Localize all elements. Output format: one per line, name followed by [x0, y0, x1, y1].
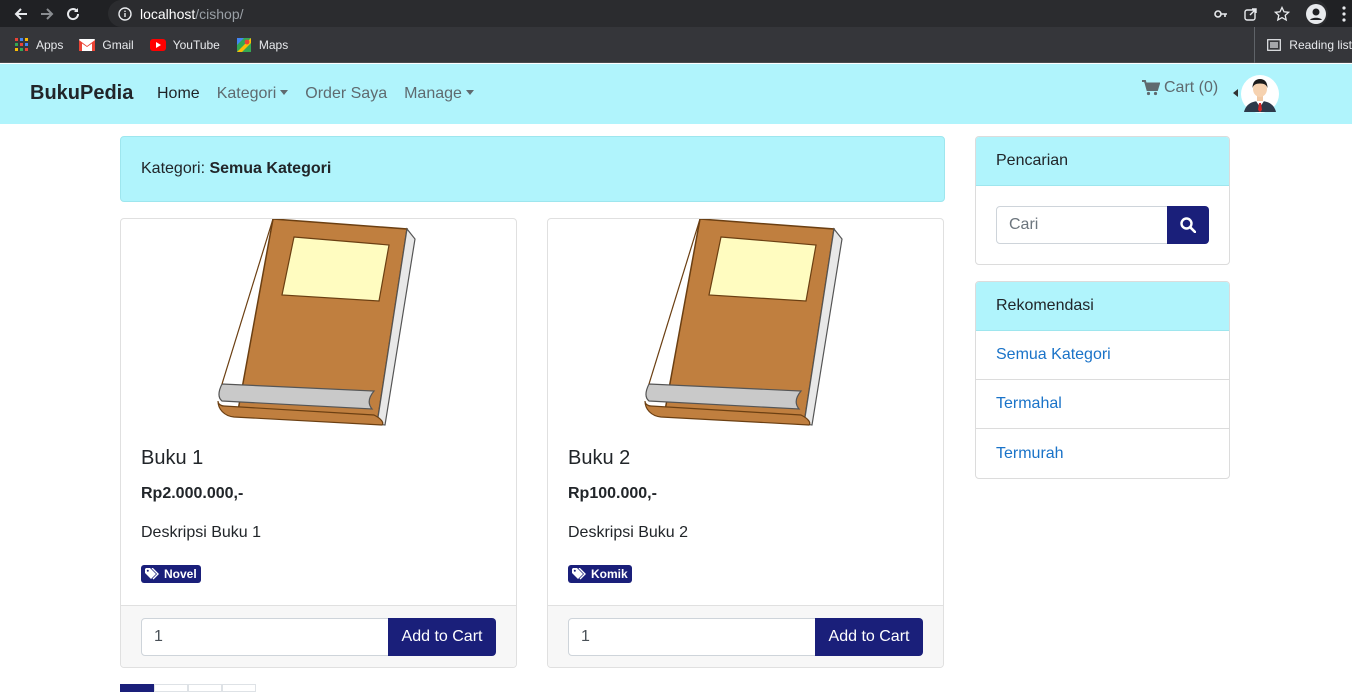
- badge-label: Novel: [164, 567, 197, 581]
- nav-manage-label: Manage: [404, 85, 462, 102]
- back-arrow-icon[interactable]: [8, 1, 34, 27]
- product-price: Rp100.000,-: [568, 485, 657, 502]
- product-title[interactable]: Buku 2: [568, 447, 630, 470]
- caret-down-icon: [465, 90, 474, 95]
- cart-link[interactable]: Cart (0): [1142, 79, 1218, 97]
- gmail-icon: [79, 38, 96, 52]
- search-button[interactable]: [1167, 206, 1209, 244]
- reload-icon[interactable]: [60, 1, 86, 27]
- kategori-heading: Kategori: Semua Kategori: [120, 136, 945, 202]
- nav-links: Home Kategori Order Saya Manage: [157, 85, 474, 103]
- menu-dots-icon[interactable]: [1342, 5, 1346, 22]
- card-footer: 1 Add to Cart: [548, 605, 943, 667]
- browser-toolbar: localhost/cishop/: [0, 0, 1352, 27]
- brand-logo[interactable]: BukuPedia: [30, 82, 133, 105]
- profile-icon[interactable]: [1306, 3, 1326, 24]
- book-image[interactable]: [643, 219, 848, 427]
- search-form: Cari: [976, 186, 1229, 264]
- info-icon: [118, 6, 132, 21]
- add-to-cart-button[interactable]: Add to Cart: [388, 618, 496, 656]
- add-to-cart-button[interactable]: Add to Cart: [815, 618, 923, 656]
- product-price: Rp2.000.000,-: [141, 485, 244, 502]
- product-description: Deskripsi Buku 2: [568, 524, 689, 541]
- product-card: Buku 1 Rp2.000.000,- Deskripsi Buku 1 No…: [120, 218, 517, 668]
- star-icon[interactable]: [1274, 5, 1290, 22]
- nav-kategori-dropdown[interactable]: Kategori: [217, 85, 289, 103]
- nav-manage-dropdown[interactable]: Manage: [404, 85, 474, 103]
- bookmark-youtube[interactable]: YouTube: [149, 37, 220, 52]
- search-panel-title: Pencarian: [976, 137, 1229, 186]
- badge-label: Komik: [591, 567, 628, 581]
- card-footer: 1 Add to Cart: [121, 605, 516, 667]
- quantity-input[interactable]: 1: [141, 618, 389, 656]
- bookmark-label: Apps: [36, 37, 64, 52]
- nav-home[interactable]: Home: [157, 85, 200, 103]
- maps-icon: [236, 37, 252, 52]
- rekomendasi-panel-title: Rekomendasi: [976, 282, 1229, 331]
- reading-list-label: Reading list: [1289, 38, 1352, 52]
- rekomendasi-link-termurah[interactable]: Termurah: [976, 429, 1229, 478]
- key-icon[interactable]: [1214, 9, 1228, 19]
- tags-icon: [572, 568, 586, 580]
- rekomendasi-link-semua-kategori[interactable]: Semua Kategori: [976, 331, 1229, 380]
- caret-left-icon: [1233, 89, 1238, 97]
- product-card: Buku 2 Rp100.000,- Deskripsi Buku 2 Komi…: [547, 218, 944, 668]
- apps-grid-icon: [13, 38, 29, 52]
- quantity-input[interactable]: 1: [568, 618, 816, 656]
- page-item[interactable]: [188, 684, 222, 692]
- bookmark-gmail[interactable]: Gmail: [79, 37, 134, 52]
- nav-kategori-label: Kategori: [216, 85, 277, 102]
- kategori-prefix: Kategori:: [141, 160, 210, 177]
- address-bar[interactable]: localhost/cishop/: [108, 0, 1328, 27]
- pagination: [120, 684, 256, 692]
- page-item[interactable]: [222, 684, 256, 692]
- user-avatar[interactable]: [1241, 72, 1279, 114]
- caret-down-icon: [280, 90, 289, 95]
- tags-icon: [145, 568, 159, 580]
- bookmark-label: Gmail: [102, 37, 134, 52]
- category-badge[interactable]: Komik: [568, 565, 632, 583]
- cart-label: Cart (0): [1164, 79, 1219, 96]
- reading-list-icon: [1267, 39, 1282, 51]
- category-badge[interactable]: Novel: [141, 565, 201, 583]
- rekomendasi-panel: Rekomendasi Semua Kategori Termahal Term…: [975, 281, 1230, 479]
- kategori-value: Semua Kategori: [209, 160, 332, 177]
- bookmark-label: Maps: [258, 37, 289, 52]
- bookmarks-bar: Apps Gmail YouTube Maps Reading list: [0, 27, 1352, 63]
- site-navbar: BukuPedia Home Kategori Order Saya Manag…: [0, 64, 1352, 124]
- url-text: localhost/cishop/: [140, 5, 244, 22]
- product-description: Deskripsi Buku 1: [141, 524, 262, 541]
- search-panel: Pencarian Cari: [975, 136, 1230, 265]
- search-input[interactable]: Cari: [996, 206, 1168, 244]
- shopping-cart-icon: [1142, 80, 1160, 96]
- share-icon[interactable]: [1244, 7, 1258, 21]
- bookmark-label: YouTube: [172, 37, 220, 52]
- youtube-icon: [149, 38, 166, 52]
- nav-order-saya[interactable]: Order Saya: [305, 85, 387, 103]
- bookmark-maps[interactable]: Maps: [236, 37, 289, 52]
- product-title[interactable]: Buku 1: [141, 447, 203, 470]
- page-item[interactable]: [154, 684, 188, 692]
- book-image[interactable]: [216, 219, 421, 427]
- browser-actions: [1214, 0, 1346, 27]
- reading-list-button[interactable]: Reading list: [1254, 27, 1352, 63]
- bookmark-apps[interactable]: Apps: [13, 38, 63, 52]
- page-item[interactable]: [120, 684, 154, 692]
- search-icon: [1180, 217, 1196, 233]
- rekomendasi-link-termahal[interactable]: Termahal: [976, 380, 1229, 429]
- forward-arrow-icon[interactable]: [34, 1, 60, 27]
